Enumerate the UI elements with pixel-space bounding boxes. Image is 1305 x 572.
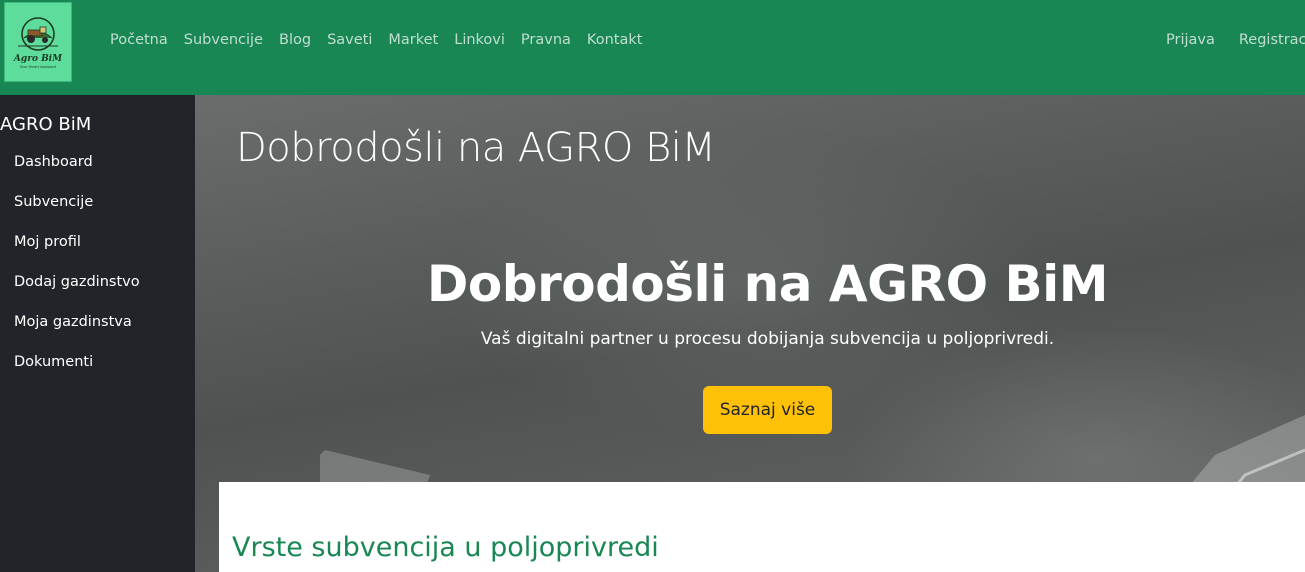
nav-link-saveti[interactable]: Saveti xyxy=(327,32,372,48)
main-nav: Početna Subvencije Blog Saveti Market Li… xyxy=(110,32,658,48)
nav-link-subvencije[interactable]: Subvencije xyxy=(184,32,263,48)
nav-link-blog[interactable]: Blog xyxy=(279,32,311,48)
nav-link-pravna[interactable]: Pravna xyxy=(521,32,571,48)
nav-link-pocetna[interactable]: Početna xyxy=(110,32,168,48)
sidebar-item-subvencije[interactable]: Subvencije xyxy=(14,194,93,210)
sidebar-item-moja-gazdinstva[interactable]: Moja gazdinstva xyxy=(14,314,132,330)
sidebar: AGRO BiM Dashboard Subvencije Moj profil… xyxy=(0,95,195,572)
sidebar-item-dodaj-gazdinstvo[interactable]: Dodaj gazdinstvo xyxy=(14,274,140,290)
nav-link-kontakt[interactable]: Kontakt xyxy=(587,32,643,48)
auth-nav: Prijava Registracija xyxy=(1166,32,1305,48)
brand-logo[interactable]: Agro BiM Your Smart Assistant xyxy=(4,2,72,82)
sidebar-item-dokumenti[interactable]: Dokumenti xyxy=(14,354,93,370)
tractor-logo-icon xyxy=(18,16,58,51)
sidebar-item-dashboard[interactable]: Dashboard xyxy=(14,154,93,170)
hero-small-heading: Dobrodošli na AGRO BiM xyxy=(236,125,716,171)
logo-subtext: Your Smart Assistant xyxy=(19,64,57,69)
content-card: Vrste subvencija u poljoprivredi xyxy=(219,482,1305,572)
sidebar-item-moj-profil[interactable]: Moj profil xyxy=(14,234,81,250)
hero-title: Dobrodošli na AGRO BiM xyxy=(426,255,1109,313)
learn-more-button[interactable]: Saznaj više xyxy=(703,386,832,434)
top-navbar: Agro BiM Your Smart Assistant Početna Su… xyxy=(0,0,1305,95)
section-title: Vrste subvencija u poljoprivredi xyxy=(232,532,659,563)
login-link[interactable]: Prijava xyxy=(1166,32,1215,48)
nav-link-linkovi[interactable]: Linkovi xyxy=(454,32,505,48)
register-link[interactable]: Registracija xyxy=(1239,32,1305,48)
logo-text: Agro BiM xyxy=(13,53,63,64)
sidebar-title: AGRO BiM xyxy=(0,114,92,135)
hero-subtitle: Vaš digitalni partner u procesu dobijanj… xyxy=(480,329,1055,349)
nav-link-market[interactable]: Market xyxy=(388,32,438,48)
